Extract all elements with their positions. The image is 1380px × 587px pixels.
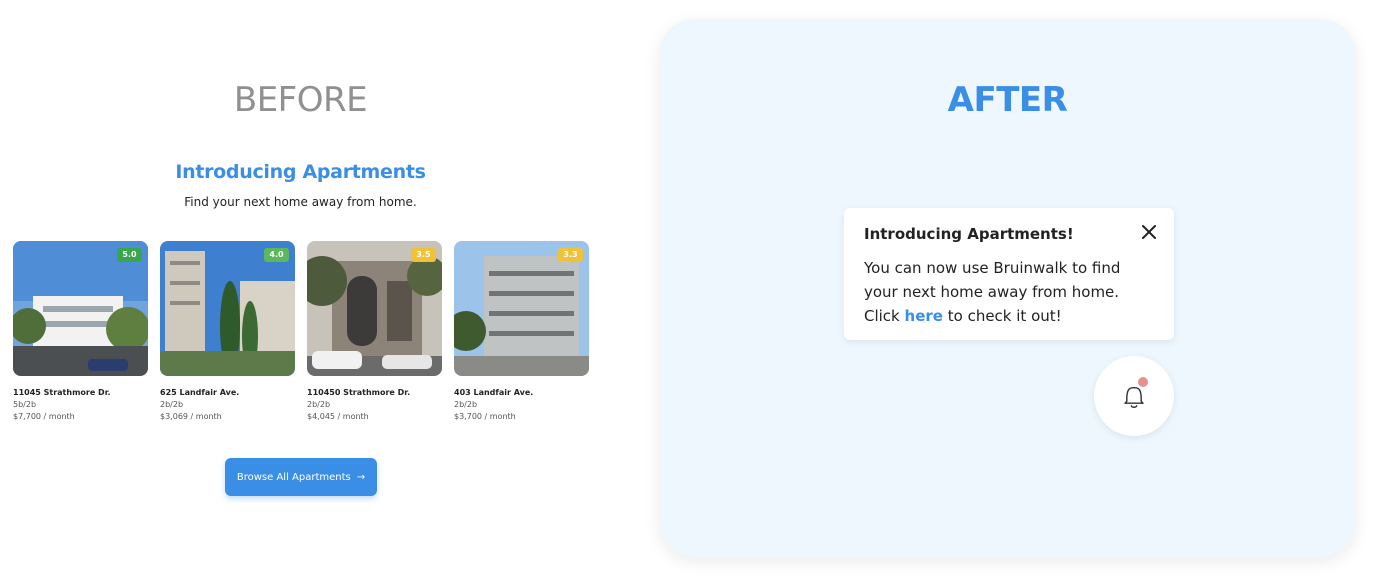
before-title: BEFORE [233,80,368,120]
apartment-beds: 2b/2b [454,400,478,409]
apartment-photo: 3.3 [454,241,589,376]
browse-all-apartments-button[interactable]: Browse All Apartments → [225,458,377,496]
apartment-photo: 3.5 [307,241,442,376]
notification-bell-button[interactable] [1094,356,1174,436]
apartment-photo: 4.0 [160,241,295,376]
apartment-address: 625 Landfair Ave. [160,388,240,397]
notification-tail-text: to check it out! [947,307,1062,325]
apartment-address: 110450 Strathmore Dr. [307,388,411,397]
notification-title: Introducing Apartments! [864,225,1074,243]
apartment-cards: 5.0 11045 Strathmore Dr. 5b/2b $7,700 / … [13,241,589,421]
apartment-beds: 2b/2b [160,400,184,409]
intro-heading: Introducing Apartments [175,161,426,183]
notification-body: You can now use Bruinwalk to find your n… [864,256,1154,328]
apartment-price: $3,069 / month [160,412,222,421]
browse-button-label: Browse All Apartments [236,471,351,483]
apartment-beds: 2b/2b [307,400,331,409]
arrow-right-icon: → [356,471,366,483]
close-icon[interactable] [1140,223,1158,241]
apartment-card[interactable]: 3.3 403 Landfair Ave. 2b/2b $3,700 / mon… [454,241,589,421]
apartment-address: 403 Landfair Ave. [454,388,534,397]
notification-dot [1138,377,1148,387]
notification-line-2: your next home away from home. [864,283,1120,301]
apartment-address: 11045 Strathmore Dr. [13,388,111,397]
apartment-beds: 5b/2b [13,400,37,409]
rating-badge: 3.5 [411,248,436,262]
apartment-card[interactable]: 4.0 625 Landfair Ave. 2b/2b $3,069 / mon… [160,241,295,421]
intro-subheading: Find your next home away from home. [184,195,417,209]
notification-line-1: You can now use Bruinwalk to find [864,259,1121,277]
rating-badge: 5.0 [117,248,142,262]
notification-here-link[interactable]: here [905,307,943,325]
apartment-price: $4,045 / month [307,412,369,421]
rating-badge: 4.0 [264,248,289,262]
apartment-photo: 5.0 [13,241,148,376]
apartment-price: $3,700 / month [454,412,516,421]
notification-click-text: Click [864,307,900,325]
apartment-card[interactable]: 5.0 11045 Strathmore Dr. 5b/2b $7,700 / … [13,241,148,421]
rating-badge: 3.3 [558,248,583,262]
notification-popup: Introducing Apartments! You can now use … [844,208,1174,340]
notification-line-3: Click here to check it out! [864,304,1154,328]
apartment-price: $7,700 / month [13,412,75,421]
apartment-card[interactable]: 3.5 110450 Strathmore Dr. 2b/2b $4,045 /… [307,241,442,421]
after-title: AFTER [947,80,1068,120]
